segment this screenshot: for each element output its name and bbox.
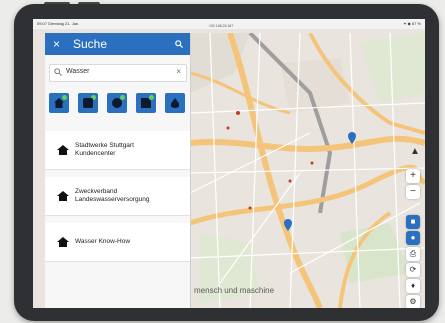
list-item[interactable]: Wasser Know-How — [45, 223, 190, 262]
compass-icon[interactable]: ▲ — [408, 145, 422, 159]
location-button[interactable]: ● — [406, 231, 420, 245]
home-icon — [57, 145, 69, 155]
item-subtitle: Landeswasserversorgung — [75, 196, 150, 203]
close-icon[interactable]: × — [53, 37, 60, 51]
filter-home-button[interactable] — [49, 93, 69, 113]
pin-button[interactable]: ♦ — [406, 279, 420, 293]
map-canvas[interactable] — [189, 31, 425, 308]
layers-button[interactable]: ■ — [406, 215, 420, 229]
sidebar-header: × Suche — [45, 33, 190, 55]
home-icon — [57, 191, 69, 201]
search-value: Wasser — [66, 68, 90, 75]
filter-water-button[interactable] — [165, 93, 185, 113]
tablet-screen: 09:07 Dienstag 21. Jan. 192.168.24.167 ✦… — [33, 19, 425, 308]
clear-icon[interactable]: × — [176, 67, 181, 76]
search-input[interactable]: Wasser × — [49, 64, 187, 82]
print-icon[interactable]: ⎙ — [406, 247, 420, 261]
category-filters — [49, 93, 187, 113]
home-icon — [57, 237, 69, 247]
link-icon[interactable]: ⟳ — [406, 263, 420, 277]
status-indicators: ✦ ◆ 67 % — [403, 21, 421, 26]
list-item[interactable]: Zweckverband Landeswasserversorgung — [45, 177, 190, 216]
sidebar-title: Suche — [73, 37, 108, 51]
search-icon[interactable] — [175, 40, 183, 48]
settings-icon[interactable]: ⚙ — [406, 295, 420, 308]
zoom-out-button[interactable]: − — [406, 185, 420, 199]
search-icon — [54, 68, 62, 76]
status-bar: 09:07 Dienstag 21. Jan. 192.168.24.167 ✦… — [33, 19, 425, 29]
list-item[interactable]: Stadtwerke Stuttgart Kundencenter — [45, 131, 190, 170]
filter-building-button[interactable] — [78, 93, 98, 113]
search-sidebar: × Suche Wasser × Stadtwerke Stuttgart Ku… — [45, 33, 191, 308]
status-time: 09:07 Dienstag 21. Jan. — [37, 21, 80, 26]
status-url: 192.168.24.167 — [209, 24, 234, 28]
brand-logo: mensch und maschine — [194, 286, 275, 295]
item-title: Wasser Know-How — [75, 238, 131, 245]
filter-gear-button[interactable] — [107, 93, 127, 113]
filter-document-button[interactable] — [136, 93, 156, 113]
item-subtitle: Kundencenter — [75, 150, 116, 157]
item-title: Stadtwerke Stuttgart — [75, 142, 134, 149]
map-view[interactable]: ▲ + − ■ ● ⎙ ⟳ ♦ ⚙ mensch und maschine — [189, 31, 425, 308]
zoom-in-button[interactable]: + — [406, 169, 420, 183]
item-title: Zweckverband — [75, 188, 118, 195]
